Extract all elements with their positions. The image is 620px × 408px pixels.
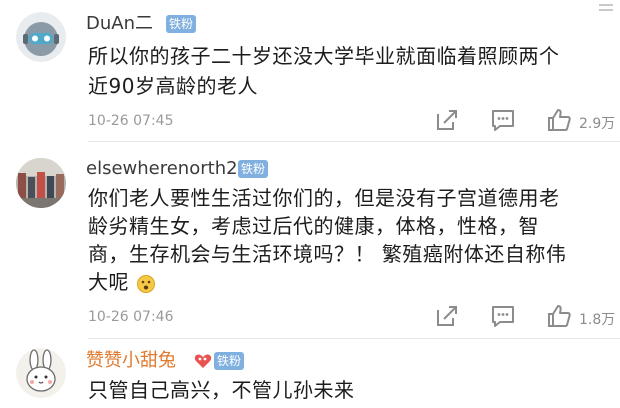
bunny-avatar-icon bbox=[16, 348, 66, 398]
comment-text-line: 大呢 bbox=[88, 270, 129, 294]
comment-icon[interactable] bbox=[490, 107, 516, 133]
timestamp: 10-26 07:45 bbox=[88, 113, 174, 129]
comment-text-line: 只管自己高兴，不管儿孙未来 bbox=[88, 378, 355, 402]
robot-avatar-icon bbox=[16, 12, 66, 62]
comment-text-line: 龄劣精生女，考虑过后代的健康，体格，性格，智 bbox=[88, 214, 539, 238]
like-icon[interactable] bbox=[546, 303, 572, 329]
avatar[interactable] bbox=[16, 348, 66, 398]
heart-badge-icon bbox=[194, 354, 212, 368]
surprised-emoji bbox=[137, 275, 155, 293]
comment-text-line: 商，生存机会与生活环境吗？！ 繁殖癌附体还自称伟 bbox=[88, 242, 567, 266]
avatar[interactable] bbox=[16, 12, 66, 62]
fan-badge: 铁粉 bbox=[238, 160, 269, 178]
comment-text-line: 你们老人要性生活过你们的，但是没有子宫道德用老 bbox=[88, 186, 560, 210]
avatar[interactable] bbox=[16, 158, 66, 208]
like-count: 1.8万 bbox=[579, 312, 616, 328]
share-icon[interactable] bbox=[434, 303, 460, 329]
more-icon[interactable] bbox=[598, 2, 614, 16]
photo-avatar-icon bbox=[16, 158, 66, 208]
like-icon[interactable] bbox=[546, 107, 572, 133]
fan-badge: 铁粉 bbox=[166, 15, 197, 33]
divider bbox=[88, 338, 620, 339]
comment-icon[interactable] bbox=[490, 303, 516, 329]
fan-badge: 铁粉 bbox=[214, 352, 245, 370]
comment-text-line: 近90岁高龄的老人 bbox=[88, 74, 258, 98]
username[interactable]: DuAn二 bbox=[86, 13, 153, 35]
divider bbox=[88, 141, 620, 142]
comment-text-line: 所以你的孩子二十岁还没大学毕业就面临着照顾两个 bbox=[88, 44, 560, 68]
timestamp: 10-26 07:46 bbox=[88, 309, 174, 325]
username[interactable]: 赞赞小甜兔 bbox=[86, 350, 176, 372]
like-count: 2.9万 bbox=[579, 116, 616, 132]
username[interactable]: elsewherenorth2 bbox=[86, 158, 238, 180]
share-icon[interactable] bbox=[434, 107, 460, 133]
